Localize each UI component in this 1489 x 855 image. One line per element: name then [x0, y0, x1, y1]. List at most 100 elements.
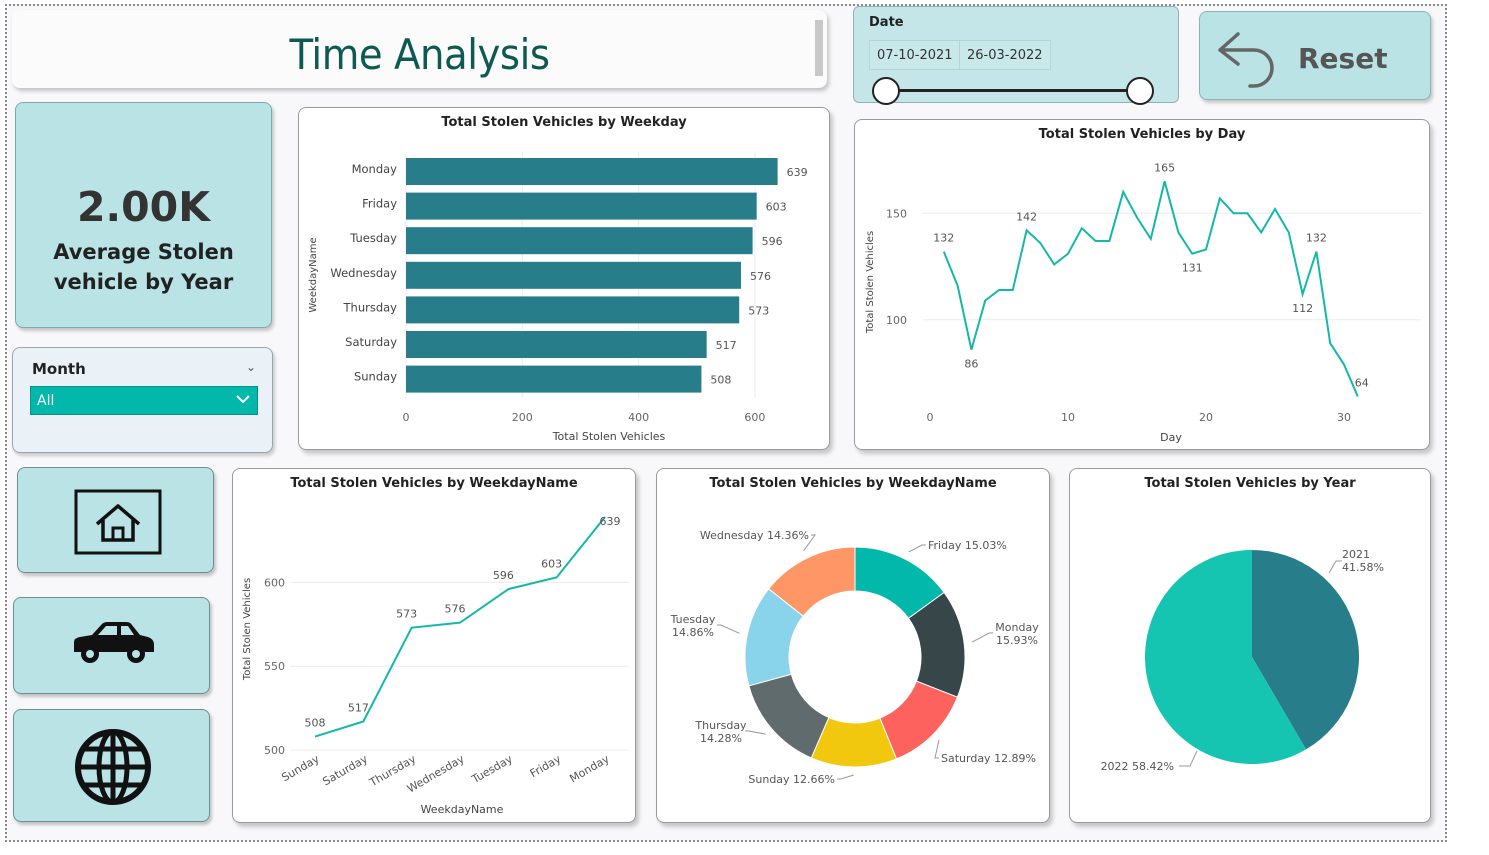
car-icon	[74, 622, 154, 663]
data-label: 14.86%	[672, 626, 714, 639]
data-label: Monday	[995, 621, 1039, 634]
undo-arrow-icon	[1218, 32, 1274, 88]
data-label: 573	[396, 608, 417, 621]
y-tick-label: Monday	[352, 162, 398, 176]
x-tick-label: 600	[744, 411, 765, 424]
bar	[406, 261, 741, 289]
data-label: 596	[493, 569, 514, 582]
leader-line	[908, 544, 926, 553]
data-label: 639	[600, 515, 621, 528]
x-tick-label: 10	[1061, 411, 1075, 424]
data-label: 517	[716, 339, 737, 352]
leader-line	[1328, 560, 1342, 574]
leader-line	[717, 624, 740, 634]
date-range-start-handle[interactable]	[872, 77, 900, 105]
leader-line	[837, 774, 854, 780]
data-label: 2022 58.42%	[1101, 760, 1174, 773]
data-label: 64	[1355, 376, 1369, 389]
y-tick-label: 500	[264, 744, 285, 757]
data-label: 15.93%	[996, 634, 1038, 647]
data-label: 517	[348, 702, 369, 715]
y-tick-label: 100	[886, 314, 907, 327]
weekdayname-line-chart: 500 550 600 508 517 573 576 596 603 639 SundaySatu…	[242, 515, 629, 816]
data-label: Friday 15.03%	[928, 539, 1007, 552]
y-tick-label: 600	[264, 576, 285, 589]
data-label: 86	[964, 358, 978, 371]
day-line-card: Total Stolen Vehicles by Day 100 150 0 10 20…	[854, 119, 1430, 450]
x-tick-label: Sunday	[279, 752, 322, 784]
data-label: 596	[762, 235, 783, 248]
y-tick-label: 550	[264, 660, 285, 673]
kpi-card: 2.00K Average Stolen vehicle by Year	[15, 102, 272, 328]
data-label: 132	[933, 232, 954, 245]
x-axis-label: WeekdayName	[421, 803, 504, 816]
title-scrollbar[interactable]	[815, 20, 823, 76]
x-tick-label: Monday	[567, 752, 612, 785]
bar	[406, 192, 757, 220]
leader-line	[934, 739, 940, 759]
data-label: Tuesday	[670, 613, 716, 626]
y-axis-label: Total Stolen Vehicles	[865, 231, 876, 334]
data-label: 508	[710, 374, 731, 387]
data-label: 603	[766, 201, 787, 214]
date-range-end-handle[interactable]	[1126, 77, 1154, 105]
date-slicer-label: Date	[869, 15, 904, 30]
vehicle-nav-button[interactable]	[13, 597, 210, 694]
y-axis-label: Total Stolen Vehicles	[242, 578, 253, 681]
data-label: Wednesday 14.36%	[700, 529, 809, 542]
date-end-input[interactable]: 26-03-2022	[959, 40, 1051, 70]
date-start-input[interactable]: 07-10-2021	[869, 40, 961, 70]
y-tick-label: Saturday	[345, 335, 397, 349]
data-label: 2021	[1342, 548, 1370, 561]
y-tick-label: Wednesday	[330, 266, 397, 280]
title-banner: Time Analysis	[12, 10, 827, 88]
data-label: 131	[1182, 262, 1203, 275]
bar	[406, 365, 702, 393]
bar	[406, 158, 778, 185]
data-label: 603	[541, 557, 562, 570]
y-axis-label: WeekdayName	[308, 237, 319, 312]
kpi-value: 2.00K	[77, 183, 210, 231]
x-axis-label: Total Stolen Vehicles	[552, 430, 666, 443]
x-tick-label: 0	[403, 411, 410, 424]
data-label: 165	[1154, 161, 1175, 174]
bar	[406, 227, 753, 255]
day-line-chart: 100 150 0 10 20 30 132 86 142 165 131 112 132 64 Day To…	[865, 161, 1421, 444]
page-title: Time Analysis	[289, 30, 550, 79]
x-tick-label: Tuesday	[469, 752, 516, 786]
y-tick-label: 150	[886, 207, 907, 220]
weekday-bar-chart: 0 200 400 600 Monday 639 Friday 603 Tuesday 596 We…	[308, 152, 808, 443]
x-tick-label: 30	[1337, 411, 1351, 424]
x-tick-label: Saturday	[320, 752, 370, 788]
data-label: 41.58%	[1342, 561, 1384, 574]
reset-button[interactable]: Reset	[1199, 11, 1431, 100]
y-tick-label: Thursday	[343, 300, 398, 314]
data-label: 508	[305, 717, 326, 730]
y-tick-label: Friday	[362, 197, 397, 211]
home-nav-button[interactable]	[17, 467, 214, 573]
weekday-donut-chart: Friday 15.03% Monday15.93% Saturday 12.89%…	[670, 529, 1040, 786]
data-label: Thursday	[694, 719, 747, 732]
x-tick-label: 200	[512, 411, 533, 424]
y-tick-label: Tuesday	[349, 231, 397, 245]
date-range-track[interactable]	[886, 89, 1140, 92]
location-nav-button[interactable]	[13, 709, 210, 822]
data-label: 132	[1306, 232, 1327, 245]
weekday-donut-card: Total Stolen Vehicles by WeekdayName Fri…	[656, 468, 1050, 823]
chevron-down-icon	[236, 395, 250, 404]
data-label: Sunday 12.66%	[748, 773, 835, 786]
weekday-bar-card: Total Stolen Vehicles by Weekday 0 200 400…	[298, 107, 830, 450]
chevron-down-icon[interactable]: ⌄	[246, 360, 256, 374]
donut-slice	[748, 673, 830, 759]
month-dropdown[interactable]: All	[30, 386, 258, 415]
data-label: 576	[445, 603, 466, 616]
x-axis-label: Day	[1160, 431, 1182, 444]
data-label: Saturday 12.89%	[941, 752, 1036, 765]
x-tick-label: 0	[927, 411, 934, 424]
year-pie-chart: 202141.58% 2022 58.42%	[1101, 548, 1384, 773]
bar	[406, 296, 740, 324]
x-tick-label: Friday	[528, 752, 564, 780]
year-pie-card: Total Stolen Vehicles by Year 2021 41.58%…	[1069, 468, 1431, 823]
data-label: 142	[1016, 210, 1037, 223]
x-tick-label: 20	[1199, 411, 1213, 424]
